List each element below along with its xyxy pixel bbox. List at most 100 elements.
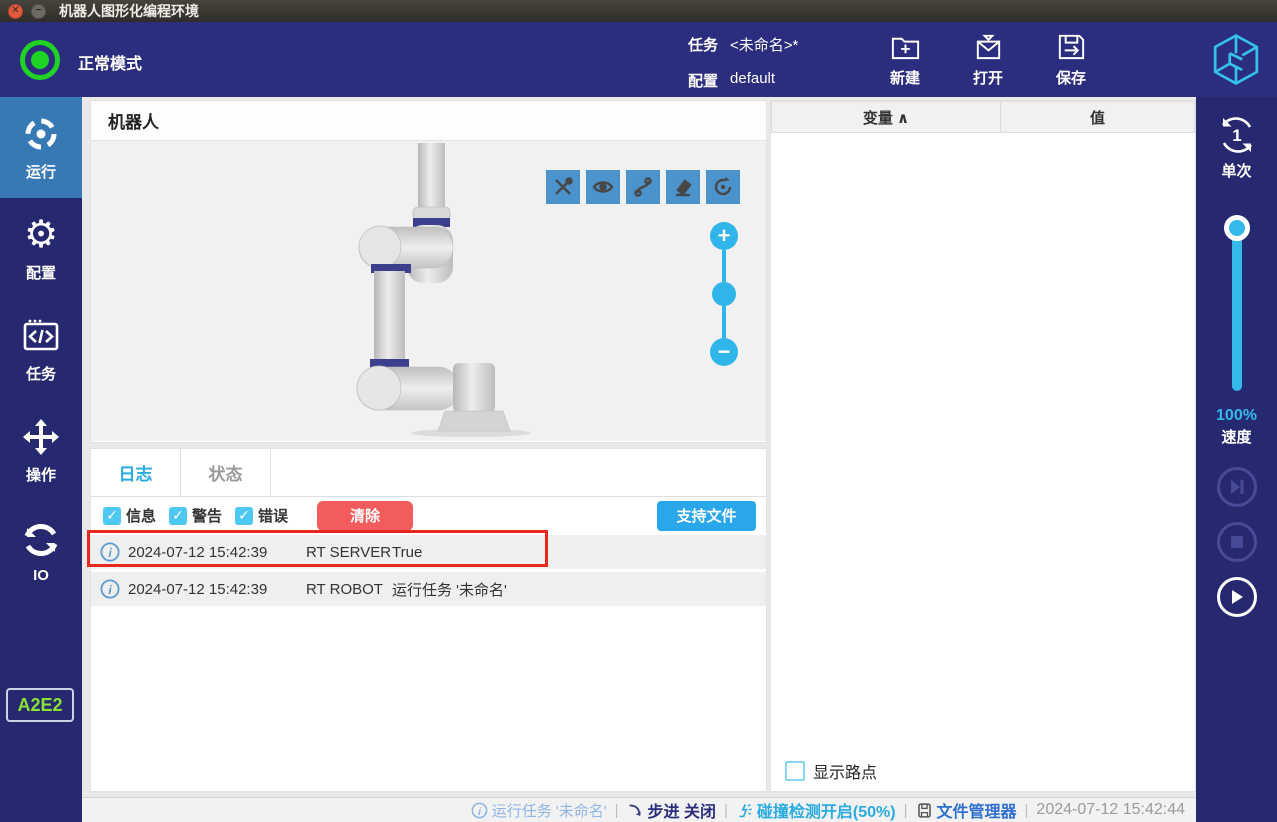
collision-icon [739,803,752,817]
zoom-out-button[interactable]: − [710,338,738,366]
eraser-icon [676,179,692,197]
filter-warning-checkbox[interactable]: ✓ [169,506,188,525]
stop-icon [1230,536,1243,548]
svg-text:i: i [108,583,112,597]
zoom-track [722,250,726,282]
sidebar-item-label: 任务 [25,365,56,383]
task-value: <未命名>* [730,37,799,54]
app-header: 正常模式 任务 <未命名>* 配置 default 新建 打开 保存 [0,22,1277,97]
log-row[interactable]: i 2024-07-12 15:42:39 RT ROBOT 运行任务 '未命名… [91,572,766,606]
play-button[interactable] [1216,577,1257,617]
show-waypoints-checkbox[interactable] [785,761,805,781]
tools-icon [555,177,573,195]
task-field: 任务 <未命名>* [688,34,798,55]
visibility-button[interactable] [586,170,620,204]
info-icon: i [100,579,120,599]
filter-error-label: 错误 [258,508,289,525]
eye-icon [592,181,614,193]
log-filter-row: ✓ 信息 ✓ 警告 ✓ 错误 清除 支持文件 [91,497,766,532]
app-window: ✕ − 机器人图形化编程环境 正常模式 任务 <未命名>* 配置 default… [0,0,1277,822]
column-header-variable[interactable]: 变量 ∧ [771,101,1000,133]
path-button[interactable] [626,170,660,204]
rotate-icon [714,177,732,196]
filter-warning-label: 警告 [192,508,223,525]
tab-log[interactable]: 日志 [91,449,181,496]
status-collision-label: 碰撞检测开启(50%) [756,804,896,821]
save-task-button[interactable]: 保存 [1046,30,1096,88]
zoom-control: + − [710,222,738,372]
open-task-button[interactable]: 打开 [963,30,1013,88]
clear-log-button[interactable]: 清除 [317,500,414,531]
io-swap-icon [24,523,58,556]
log-row[interactable]: i 2024-07-12 15:42:39 RT SERVER True [91,535,766,569]
cube-logo-icon [1213,33,1259,86]
move-arrows-icon [23,418,59,455]
robot-panel: 机器人 + − [90,100,767,443]
zoom-in-button[interactable]: + [710,222,738,250]
status-running-task-label: 运行任务 '未命名' [491,802,607,820]
brand-logo [1211,32,1261,92]
reset-view-button[interactable] [706,170,740,204]
log-source: RT ROBOT [306,580,383,598]
window-title: 机器人图形化编程环境 [59,3,199,19]
tools-button[interactable] [546,170,580,204]
speed-value: 100% [1216,407,1257,424]
status-badge: A2E2 [6,688,74,722]
speed-slider-knob[interactable] [1223,215,1250,241]
speed-slider[interactable] [1223,215,1250,391]
status-divider: | [903,801,908,819]
eraser-button[interactable] [666,170,700,204]
sidebar-item-io[interactable]: IO [0,501,82,602]
view-toolbar [546,170,740,204]
run-sidebar: 1 单次 100% 速度 [1196,97,1277,822]
log-message: 运行任务 '未命名' [392,581,507,599]
status-running-task[interactable]: i 运行任务 '未命名' [471,800,607,821]
zoom-slider-knob[interactable] [712,282,736,306]
gear-icon: ⚙ [23,213,59,256]
header-actions: 新建 打开 保存 [880,30,1096,88]
svg-text:i: i [108,546,112,560]
sidebar-item-operate[interactable]: 操作 [0,400,82,501]
save-icon [1058,34,1084,60]
status-divider: | [1024,801,1029,819]
log-time: 2024-07-12 15:42:39 [128,580,268,598]
info-icon: i [100,542,120,562]
status-step-mode-label: 步进 关闭 [647,804,716,821]
filter-error-checkbox[interactable]: ✓ [235,506,254,525]
config-field: 配置 default [688,70,775,91]
status-collision-detection[interactable]: 碰撞检测开启(50%) [736,798,896,822]
sidebar-item-run[interactable]: 运行 [0,97,82,198]
play-icon [1231,590,1243,604]
file-manager-icon [917,802,931,818]
config-label: 配置 [688,73,719,90]
status-divider: | [614,801,619,819]
filter-info-checkbox[interactable]: ✓ [103,506,121,525]
step-forward-button[interactable] [1216,467,1257,507]
sidebar-item-config[interactable]: ⚙ 配置 [0,198,82,299]
tab-status[interactable]: 状态 [181,449,271,496]
zoom-track [722,306,726,338]
stop-button[interactable] [1216,522,1257,562]
mode-label: 正常模式 [78,56,143,73]
loop-mode-control[interactable]: 1 单次 [1214,112,1260,181]
sidebar-item-task[interactable]: 任务 [0,299,82,400]
file-manager-button[interactable]: 文件管理器 [916,798,1017,822]
window-close-icon[interactable]: ✕ [8,3,23,19]
log-source: RT SERVER [306,543,392,561]
robot-3d-view[interactable]: + − [91,141,766,441]
sidebar-item-label: 运行 [25,163,56,181]
show-waypoints-row: 显示路点 [785,759,877,783]
show-waypoints-label: 显示路点 [813,765,878,782]
column-header-value[interactable]: 值 [1000,101,1195,133]
step-arrow-icon [629,803,641,816]
speed-slider-track [1231,221,1242,391]
code-window-icon [23,319,59,350]
svg-text:i: i [478,806,481,817]
log-time: 2024-07-12 15:42:39 [128,543,268,561]
step-forward-icon [1230,480,1243,494]
support-files-button[interactable]: 支持文件 [657,500,756,531]
status-step-mode[interactable]: 步进 关闭 [627,798,716,822]
window-minimize-icon[interactable]: − [31,3,46,19]
status-divider: | [724,801,728,819]
new-task-button[interactable]: 新建 [880,30,930,88]
